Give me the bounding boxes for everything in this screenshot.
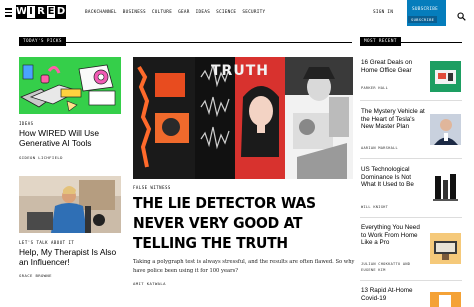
home-office-thumbnail[interactable]	[430, 61, 461, 92]
nav-link-culture[interactable]: CULTURE	[152, 10, 172, 15]
most-recent-byline[interactable]: JULIAN CHOKKATTU AND EUGENE KIM	[361, 262, 427, 273]
nav-link-science[interactable]: SCIENCE	[216, 10, 236, 15]
most-recent-headline[interactable]: The Mystery Vehicle at the Heart of Tesl…	[361, 108, 427, 131]
subscribe-button[interactable]: SUBSCRIBE SUBSCRIBE	[407, 0, 446, 26]
most-recent-label: MOST RECENT	[360, 37, 401, 46]
therapist-photo[interactable]	[19, 176, 121, 233]
nav-link-backchannel[interactable]: BACKCHANNEL	[85, 10, 117, 15]
divider	[360, 158, 462, 159]
most-recent-headline[interactable]: Everything You Need to Work From Home Li…	[361, 224, 423, 247]
nav-link-business[interactable]: BUSINESS	[123, 10, 146, 15]
hero-byline[interactable]: AMIT KATWALA	[133, 281, 166, 286]
card-kicker[interactable]: LET'S TALK ABOUT IT	[19, 240, 74, 245]
card-byline[interactable]: GIDEON LICHFIELD	[19, 155, 63, 160]
subscribe-sub-label: SUBSCRIBE	[408, 16, 438, 23]
logo-letter: W	[16, 5, 28, 19]
section-rule	[19, 42, 352, 43]
most-recent-byline[interactable]: PARKER HALL	[361, 86, 388, 90]
logo-letter: E	[46, 5, 56, 19]
hamburger-menu-icon[interactable]	[5, 8, 12, 17]
nav-link-security[interactable]: SECURITY	[242, 10, 265, 15]
divider	[360, 280, 462, 281]
most-recent-byline[interactable]: WILL KNIGHT	[361, 205, 388, 209]
lie-detector-collage[interactable]: TRUTH	[133, 57, 353, 179]
most-recent-headline[interactable]: US Technological Dominance Is Not What I…	[361, 166, 425, 189]
todays-picks-label: TODAY'S PICKS	[19, 37, 66, 46]
section-links: BACKCHANNEL BUSINESS CULTURE GEAR IDEAS …	[85, 10, 265, 15]
tesla-thumbnail[interactable]	[430, 114, 461, 145]
work-from-home-thumbnail[interactable]	[430, 233, 461, 264]
hero-image-wordmark: TRUTH	[211, 63, 269, 79]
nav-link-gear[interactable]: GEAR	[178, 10, 190, 15]
hero-kicker[interactable]: FALSE WITNESS	[133, 185, 171, 190]
search-icon[interactable]	[457, 8, 466, 21]
divider	[360, 217, 462, 218]
card-kicker[interactable]: IDEAS	[19, 121, 34, 126]
logo-letter: D	[56, 5, 66, 19]
nav-link-ideas[interactable]: IDEAS	[196, 10, 210, 15]
hero-dek: Taking a polygraph test is always stress…	[133, 259, 355, 274]
subscribe-label: SUBSCRIBE	[412, 7, 438, 12]
card-headline[interactable]: How WIRED Will Use Generative AI Tools	[19, 128, 119, 148]
wired-logo[interactable]: W I R E D	[16, 5, 66, 19]
card-byline[interactable]: GRACE BROWNE	[19, 273, 52, 278]
divider	[360, 100, 462, 101]
covid-test-thumbnail[interactable]	[430, 292, 461, 307]
technology-thumbnail[interactable]	[430, 172, 461, 203]
most-recent-byline[interactable]: AARIAN MARSHALL	[361, 146, 398, 150]
sign-in-link[interactable]: SIGN IN	[373, 10, 393, 15]
logo-letter: R	[36, 5, 46, 19]
most-recent-headline[interactable]: 13 Rapid At-Home Covid-19	[361, 287, 427, 302]
most-recent-headline[interactable]: 16 Great Deals on Home Office Gear	[361, 59, 419, 74]
ai-tools-illustration[interactable]	[19, 57, 121, 114]
hero-headline[interactable]: THE LIE DETECTOR WAS NEVER VERY GOOD AT …	[133, 193, 353, 253]
top-navigation: W I R E D BACKCHANNEL BUSINESS CULTURE G…	[0, 0, 474, 28]
logo-letter: I	[26, 5, 36, 19]
card-headline[interactable]: Help, My Therapist Is Also an Influencer…	[19, 247, 123, 267]
